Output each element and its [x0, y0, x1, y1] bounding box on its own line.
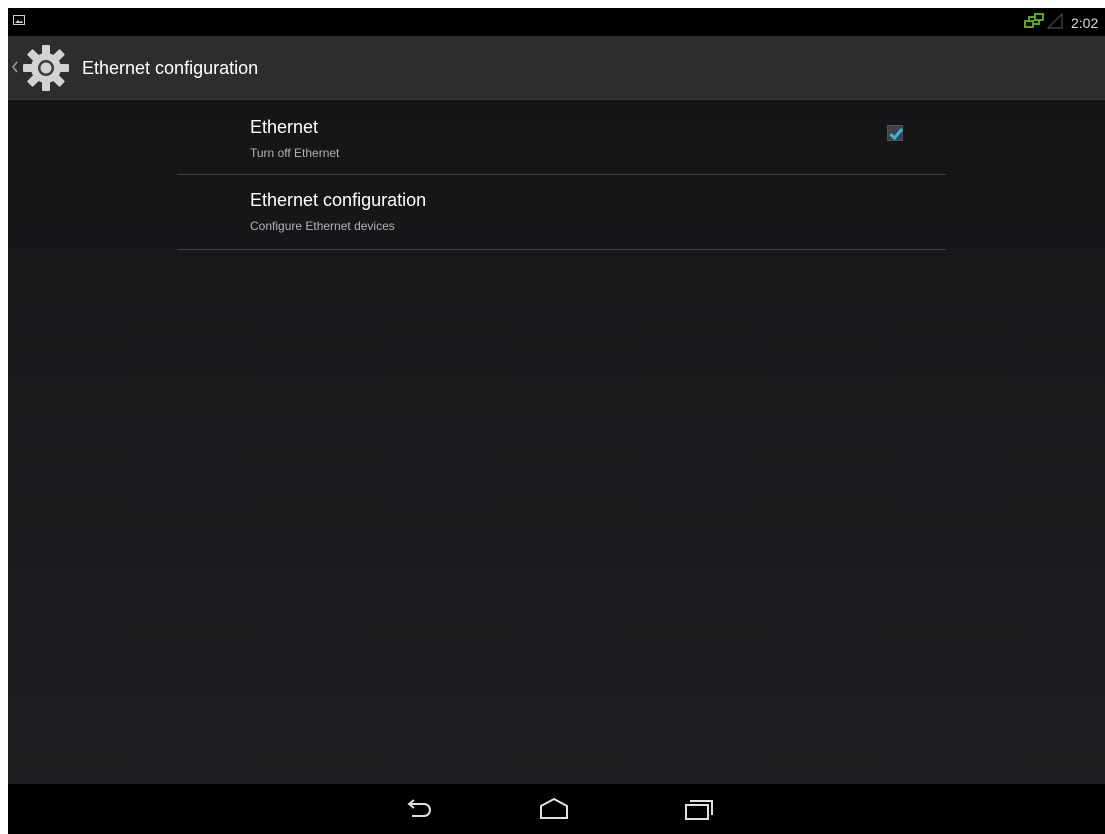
ethernet-icon	[1024, 13, 1044, 28]
back-icon[interactable]	[403, 796, 433, 822]
ethernet-summary: Turn off Ethernet	[250, 146, 340, 160]
signal-icon	[1047, 13, 1063, 29]
page-title: Ethernet configuration	[82, 58, 259, 78]
recent-apps-icon[interactable]	[683, 796, 713, 822]
ethernet-title: Ethernet	[250, 117, 319, 137]
ethernet-checkbox[interactable]	[887, 125, 904, 141]
ethernet-configuration-title: Ethernet configuration	[250, 190, 427, 210]
device-screen: 2:02 Ethernet configuration Ethernet Tur…	[8, 8, 1105, 834]
ethernet-configuration-summary: Configure Ethernet devices	[250, 219, 395, 233]
status-bar: 2:02	[8, 8, 1105, 36]
ethernet-toggle-row[interactable]: Ethernet Turn off Ethernet	[177, 100, 946, 175]
settings-content: Ethernet Turn off Ethernet Ethernet conf…	[8, 100, 1105, 784]
ethernet-configuration-row[interactable]: Ethernet configuration Configure Etherne…	[177, 175, 946, 250]
action-bar: Ethernet configuration	[8, 36, 1105, 100]
checkmark-icon	[889, 128, 904, 141]
back-caret-icon[interactable]	[11, 60, 19, 74]
status-clock: 2:02	[1071, 15, 1099, 31]
image-notification-icon	[13, 15, 25, 25]
navigation-bar	[8, 784, 1105, 834]
settings-gear-icon[interactable]	[22, 44, 70, 92]
home-icon[interactable]	[539, 796, 569, 822]
